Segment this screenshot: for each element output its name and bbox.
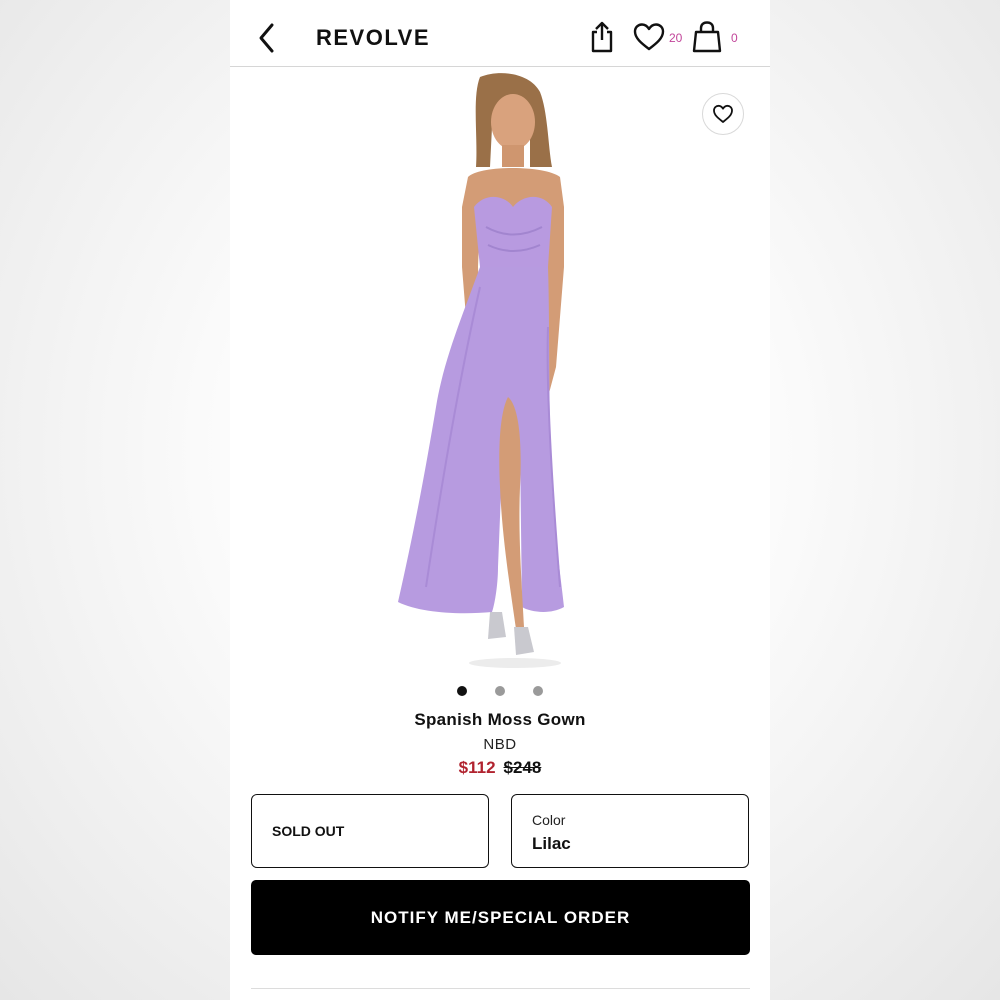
- bag-count: 0: [731, 31, 738, 45]
- wishlist-count: 20: [669, 31, 683, 45]
- heart-icon: [633, 23, 665, 51]
- original-price: $248: [503, 758, 542, 777]
- notify-me-button[interactable]: NOTIFY ME/SPECIAL ORDER: [251, 880, 750, 955]
- wishlist-button[interactable]: [632, 22, 666, 52]
- share-icon: [591, 21, 613, 53]
- color-label: Color: [532, 812, 566, 828]
- back-button[interactable]: [254, 20, 282, 56]
- model-in-gown-illustration: [398, 73, 564, 668]
- sale-price: $112: [458, 758, 496, 777]
- product-image[interactable]: [230, 67, 770, 677]
- shopping-bag-button[interactable]: [691, 20, 723, 54]
- carousel-dot-1[interactable]: [457, 686, 467, 696]
- color-selector[interactable]: Color Lilac: [511, 794, 749, 868]
- carousel-dot-2[interactable]: [495, 686, 505, 696]
- carousel-dot-3[interactable]: [533, 686, 543, 696]
- color-value: Lilac: [532, 834, 571, 853]
- price-row: $112 $248: [230, 758, 770, 778]
- product-brand[interactable]: NBD: [230, 736, 770, 753]
- share-button[interactable]: [588, 20, 616, 54]
- size-selector[interactable]: SOLD OUT: [251, 794, 489, 868]
- chevron-left-icon: [259, 23, 274, 53]
- heart-icon: [713, 104, 733, 123]
- carousel-indicator: [230, 686, 770, 698]
- divider: [251, 988, 750, 989]
- favorite-button[interactable]: [702, 93, 744, 135]
- brand-logo[interactable]: REVOLVE: [316, 25, 430, 51]
- size-status: SOLD OUT: [272, 823, 345, 839]
- bag-icon: [692, 21, 722, 53]
- product-title: Spanish Moss Gown: [414, 710, 586, 729]
- top-header: REVOLVE 20 0: [230, 0, 770, 67]
- app-screen: REVOLVE 20 0 Spanish Moss Gown NBD $112 …: [230, 0, 770, 1000]
